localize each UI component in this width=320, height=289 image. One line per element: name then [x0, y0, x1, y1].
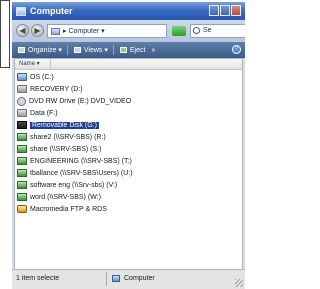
- background-popup-edge: [0, 0, 10, 68]
- list-item-label: DVD RW Drive (E:) DVD_VIDEO: [29, 97, 132, 105]
- eject-label: Eject: [129, 46, 146, 54]
- eject-button[interactable]: Eject: [119, 46, 146, 54]
- removable-disk-icon: [17, 121, 27, 129]
- list-item[interactable]: ENGINEERING (\\SRV-SBS) (T:): [17, 155, 133, 167]
- list-item[interactable]: DVD RW Drive (E:) DVD_VIDEO: [17, 95, 133, 107]
- ftp-folder-icon: [17, 205, 27, 213]
- help-icon[interactable]: ?: [232, 45, 241, 54]
- minimize-button[interactable]: [209, 5, 219, 16]
- title-bar[interactable]: Computer: [12, 2, 245, 20]
- computer-icon: [51, 27, 60, 35]
- views-label: Views ▾: [83, 47, 108, 54]
- list-item[interactable]: software eng (\\Srv-sbs) (V:): [17, 179, 133, 191]
- views-icon: [73, 47, 81, 53]
- list-item-label: Macromedia FTP & RDS: [30, 205, 107, 213]
- network-drive-icon: [17, 133, 27, 141]
- network-drive-icon: [17, 181, 27, 189]
- views-button[interactable]: Views ▾: [73, 46, 108, 54]
- search-placeholder: Se: [203, 27, 212, 34]
- network-drive-icon: [17, 157, 27, 165]
- status-selection-text: 1 item selecte: [16, 275, 60, 282]
- back-button[interactable]: ◀: [16, 24, 29, 37]
- eject-icon: [119, 47, 127, 53]
- network-drive-icon: [17, 193, 27, 201]
- list-item-label: OS (C:): [30, 73, 54, 81]
- more-commands-button[interactable]: »: [151, 47, 155, 54]
- status-bar: 1 item selecte Computer: [12, 269, 245, 289]
- list-item[interactable]: Macromedia FTP & RDS: [17, 203, 133, 215]
- list-item[interactable]: OS (C:): [17, 71, 133, 83]
- close-button[interactable]: [231, 5, 241, 16]
- address-text: ▸ Computer ▾: [63, 28, 105, 35]
- more-commands-label: »: [151, 46, 156, 54]
- address-field[interactable]: ▸ Computer ▾: [47, 24, 167, 38]
- list-item[interactable]: share (\\SRV-SBS) (S:): [17, 143, 133, 155]
- organize-icon: [18, 47, 25, 53]
- list-item[interactable]: RECOVERY (D:): [17, 83, 133, 95]
- toolbar-separator: [112, 45, 114, 55]
- list-item-selected[interactable]: Removable Disk (G:): [17, 119, 133, 131]
- list-item-label: share2 (\\SRV-SBS) (R:): [30, 133, 106, 141]
- hard-drive-icon: [17, 85, 27, 93]
- dvd-drive-icon: [17, 96, 26, 106]
- search-input[interactable]: Se: [190, 24, 245, 38]
- computer-icon: [112, 275, 120, 282]
- status-separator: [106, 272, 107, 286]
- list-item-label: tballance (\\SRV-SBS\Users) (U:): [30, 169, 133, 177]
- organize-label: Organize ▾: [28, 47, 62, 54]
- status-location-text: Computer: [124, 275, 155, 282]
- list-item-label: Data (F:): [30, 109, 58, 117]
- forward-button[interactable]: ▶: [31, 24, 44, 37]
- address-bar: ◀ ▶ ▸ Computer ▾ Se: [12, 20, 245, 42]
- window-controls: [209, 5, 241, 16]
- maximize-button[interactable]: [220, 5, 230, 16]
- list-item[interactable]: Data (F:): [17, 107, 133, 119]
- hard-drive-icon: [17, 73, 27, 81]
- organize-button[interactable]: Organize ▾: [18, 46, 62, 54]
- window-title: Computer: [30, 6, 73, 16]
- list-item-label: ENGINEERING (\\SRV-SBS) (T:): [30, 157, 132, 165]
- list-item-label: RECOVERY (D:): [30, 85, 83, 93]
- network-drive-icon: [17, 169, 27, 177]
- command-toolbar: Organize ▾ Views ▾ Eject » ?: [12, 42, 245, 58]
- resize-grip[interactable]: [235, 279, 243, 287]
- list-item-label: share (\\SRV-SBS) (S:): [30, 145, 102, 153]
- list-item[interactable]: share2 (\\SRV-SBS) (R:): [17, 131, 133, 143]
- search-icon: [193, 27, 200, 34]
- file-list-pane: Name ▾ OS (C:) RECOVERY (D:) DVD RW Driv…: [14, 58, 243, 270]
- hard-drive-icon: [17, 109, 27, 117]
- column-header-name[interactable]: Name ▾: [15, 59, 51, 69]
- list-item-label: word (\\SRV-SBS) (W:): [30, 193, 101, 201]
- list-item[interactable]: tballance (\\SRV-SBS\Users) (U:): [17, 167, 133, 179]
- network-drive-icon: [17, 145, 27, 153]
- drive-list: OS (C:) RECOVERY (D:) DVD RW Drive (E:) …: [17, 71, 133, 215]
- list-item[interactable]: word (\\SRV-SBS) (W:): [17, 191, 133, 203]
- computer-window: Computer ◀ ▶ ▸ Computer ▾ Se Organize ▾ …: [12, 2, 245, 289]
- column-header-row: Name ▾: [15, 59, 242, 70]
- toolbar-separator: [66, 45, 68, 55]
- refresh-button[interactable]: [172, 26, 186, 36]
- computer-icon: [16, 6, 26, 16]
- list-item-label: Removable Disk (G:): [30, 121, 99, 129]
- list-item-label: software eng (\\Srv-sbs) (V:): [30, 181, 118, 189]
- status-location: Computer: [112, 275, 155, 282]
